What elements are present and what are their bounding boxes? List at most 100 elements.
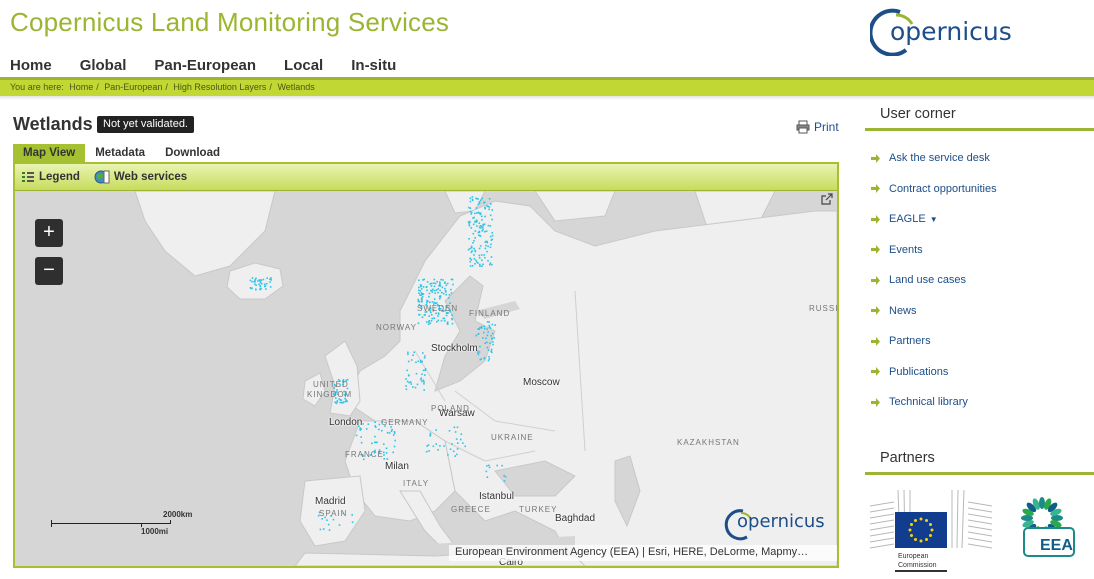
wetland-point xyxy=(439,445,441,447)
wetland-point xyxy=(425,321,428,323)
sidebar-item-label: Technical library xyxy=(889,396,968,409)
wetland-point xyxy=(491,232,494,234)
print-link[interactable]: Print xyxy=(796,120,839,134)
sidebar-item-land-use-cases[interactable]: Land use cases xyxy=(871,265,1094,296)
wetland-point xyxy=(456,448,459,450)
eu-star-icon xyxy=(910,523,913,526)
zoom-in-button[interactable]: + xyxy=(35,219,63,247)
wetland-point xyxy=(406,369,408,372)
wetland-point xyxy=(434,292,436,294)
eea-logo[interactable]: EEA xyxy=(1010,488,1080,558)
wetland-point xyxy=(360,441,363,444)
wetland-point xyxy=(437,315,439,317)
sidebar-item-label: Events xyxy=(889,243,923,256)
printer-icon xyxy=(796,120,810,134)
label-stockholm: Stockholm xyxy=(431,343,478,354)
wetland-point xyxy=(483,331,485,334)
tab-download[interactable]: Download xyxy=(155,144,230,162)
nav-local[interactable]: Local xyxy=(284,57,323,74)
wetland-point xyxy=(456,426,459,429)
wetland-point xyxy=(444,287,446,290)
copernicus-logo[interactable]: opernicus xyxy=(868,4,1020,57)
wetland-point xyxy=(428,315,430,317)
wetland-point xyxy=(473,257,476,260)
wetland-point xyxy=(471,250,473,252)
expand-icon[interactable] xyxy=(821,193,833,205)
wetland-point xyxy=(455,438,458,440)
breadcrumb-high-resolution-layers[interactable]: High Resolution Layers xyxy=(173,82,266,92)
caret-down-icon[interactable]: ▼ xyxy=(930,215,938,224)
wetland-point xyxy=(470,258,473,261)
sidebar-item-publications[interactable]: Publications xyxy=(871,357,1094,388)
wetland-point xyxy=(431,291,433,293)
wetland-point xyxy=(472,223,475,226)
wetland-point xyxy=(420,378,422,381)
sidebar-item-partners[interactable]: Partners xyxy=(871,326,1094,357)
tab-metadata[interactable]: Metadata xyxy=(85,144,155,162)
wetland-point xyxy=(326,519,328,521)
wetland-point xyxy=(491,323,494,326)
wetland-point xyxy=(489,214,492,217)
sidebar-item-ask-service-desk[interactable]: Ask the service desk xyxy=(871,143,1094,174)
sidebar-item-contract-opportunities[interactable]: Contract opportunities xyxy=(871,174,1094,205)
wetland-point xyxy=(486,250,488,253)
partners-heading: Partners xyxy=(865,444,1094,475)
sidebar-item-news[interactable]: News xyxy=(871,296,1094,327)
wetland-point xyxy=(423,357,426,359)
wetland-point xyxy=(428,295,430,298)
tab-map-view[interactable]: Map View xyxy=(13,144,86,162)
wetland-point xyxy=(424,368,427,370)
label-germany: GERMANY xyxy=(381,418,429,427)
eea-petal xyxy=(1021,515,1033,521)
wetland-point xyxy=(474,263,476,265)
globe-icon xyxy=(94,170,110,184)
legend-button[interactable]: Legend xyxy=(21,170,80,184)
breadcrumb-home[interactable]: Home xyxy=(69,82,93,92)
wetland-point xyxy=(445,314,448,317)
wetland-point xyxy=(336,401,338,403)
label-milan: Milan xyxy=(385,461,409,472)
wetland-point xyxy=(378,428,380,431)
sidebar-item-events[interactable]: Events xyxy=(871,235,1094,266)
wetland-point xyxy=(486,341,488,344)
wetland-point xyxy=(431,317,433,320)
wetland-point xyxy=(464,445,466,448)
web-services-button[interactable]: Web services xyxy=(94,169,187,185)
wetland-point xyxy=(406,380,409,383)
wetland-point xyxy=(485,230,488,232)
wetland-point xyxy=(479,263,481,266)
wetland-point xyxy=(345,399,347,401)
wetland-point xyxy=(469,210,472,213)
wetland-point xyxy=(421,373,423,375)
sidebar-item-technical-library[interactable]: Technical library xyxy=(871,387,1094,418)
nav-global[interactable]: Global xyxy=(80,57,127,74)
wetland-point xyxy=(470,213,472,215)
wetland-point xyxy=(480,225,483,228)
wetland-point xyxy=(485,337,487,340)
eu-star-icon xyxy=(914,538,917,541)
wetland-point xyxy=(471,265,474,267)
wetland-point xyxy=(484,230,486,233)
wetland-point xyxy=(261,282,263,285)
breadcrumb-pan-european[interactable]: Pan-European xyxy=(104,82,162,92)
zoom-out-button[interactable]: − xyxy=(35,257,63,285)
sidebar-item-eagle[interactable]: EAGLE ▼ xyxy=(871,204,1094,235)
wetland-point xyxy=(371,442,373,445)
wetland-point xyxy=(423,383,425,385)
wetland-point xyxy=(475,207,478,209)
eu-star-icon xyxy=(908,528,912,532)
wetland-point xyxy=(489,246,492,249)
ec-label-1: European xyxy=(898,553,928,560)
wetland-point xyxy=(489,225,492,227)
site-title[interactable]: Copernicus Land Monitoring Services xyxy=(10,7,449,38)
wetland-point xyxy=(473,247,475,250)
nav-in-situ[interactable]: In-situ xyxy=(351,57,396,74)
map-canvas[interactable]: Stockholm Moscow London Warsaw Milan Mad… xyxy=(15,191,837,566)
wetland-point xyxy=(386,458,389,460)
european-commission-logo[interactable]: European Commission xyxy=(868,488,994,574)
nav-home[interactable]: Home xyxy=(10,57,52,74)
arrow-right-icon xyxy=(871,397,880,407)
wetland-point xyxy=(475,197,478,200)
wetland-point xyxy=(344,400,347,403)
nav-pan-european[interactable]: Pan-European xyxy=(154,57,256,74)
